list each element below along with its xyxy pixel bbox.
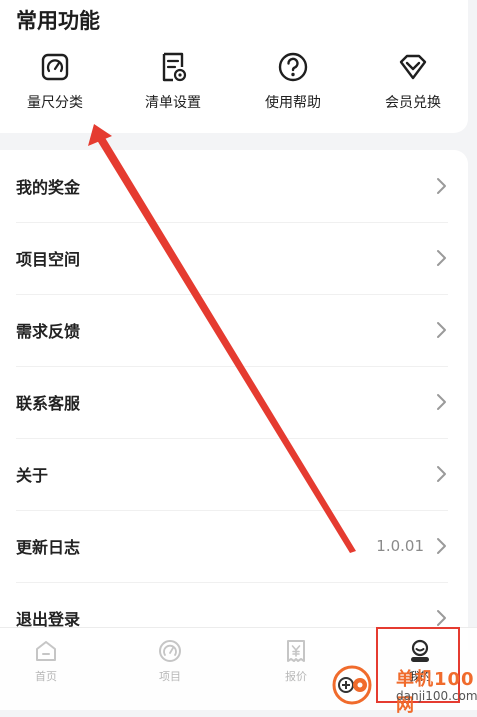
settings-list: 我的奖金 项目空间 需求反馈 联系客服 关于 更新日志 1.0.01 退出登录 (0, 150, 468, 650)
func-label: 清单设置 (145, 95, 201, 111)
func-label: 使用帮助 (265, 95, 321, 111)
chevron-right-icon (437, 466, 446, 482)
section-title: 常用功能 (16, 9, 100, 33)
list-item-label: 联系客服 (16, 394, 81, 413)
watermark-logo-icon (332, 665, 372, 705)
version-value: 1.0.01 (376, 537, 424, 555)
chevron-right-icon (437, 322, 446, 338)
list-item-my-bonus[interactable]: 我的奖金 (0, 150, 468, 222)
list-item-feedback[interactable]: 需求反馈 (0, 294, 468, 366)
home-icon (36, 641, 56, 661)
list-item-label: 项目空间 (16, 250, 81, 269)
list-item-about[interactable]: 关于 (0, 438, 468, 510)
common-functions-card: 常用功能 量尺分类 清单设置 使用帮助 会员兑换 (0, 0, 468, 133)
func-vip-exchange[interactable]: 会员兑换 (358, 50, 468, 120)
func-help[interactable]: 使用帮助 (238, 50, 348, 120)
chevron-right-icon (437, 250, 446, 266)
list-item-label: 我的奖金 (16, 178, 81, 197)
list-item-project-space[interactable]: 项目空间 (0, 222, 468, 294)
vip-diamond-icon (399, 54, 427, 80)
chevron-right-icon (437, 394, 446, 410)
gauge-icon (159, 640, 181, 662)
list-item-changelog[interactable]: 更新日志 1.0.01 (0, 510, 468, 582)
list-item-label: 更新日志 (16, 538, 81, 557)
help-question-icon (278, 52, 308, 82)
func-checklist-settings[interactable]: 清单设置 (118, 50, 228, 120)
yen-receipt-icon (287, 640, 305, 662)
watermark: 单机100网 danji100.com (330, 663, 477, 716)
func-label: 量尺分类 (27, 95, 83, 111)
func-label: 会员兑换 (385, 95, 441, 111)
ruler-gauge-icon (41, 53, 69, 81)
list-item-label: 关于 (16, 466, 49, 485)
tab-label: 首页 (35, 670, 57, 683)
tab-home[interactable]: 首页 (0, 628, 96, 710)
func-ruler-category[interactable]: 量尺分类 (0, 50, 110, 120)
list-item-label: 需求反馈 (16, 322, 81, 341)
tab-label: 项目 (159, 670, 181, 683)
chevron-right-icon (437, 610, 446, 626)
list-item-customer-service[interactable]: 联系客服 (0, 366, 468, 438)
checklist-settings-icon (162, 52, 187, 82)
watermark-url: danji100.com (396, 689, 477, 703)
chevron-right-icon (437, 538, 446, 554)
tab-project[interactable]: 项目 (120, 628, 220, 710)
chevron-right-icon (437, 178, 446, 194)
